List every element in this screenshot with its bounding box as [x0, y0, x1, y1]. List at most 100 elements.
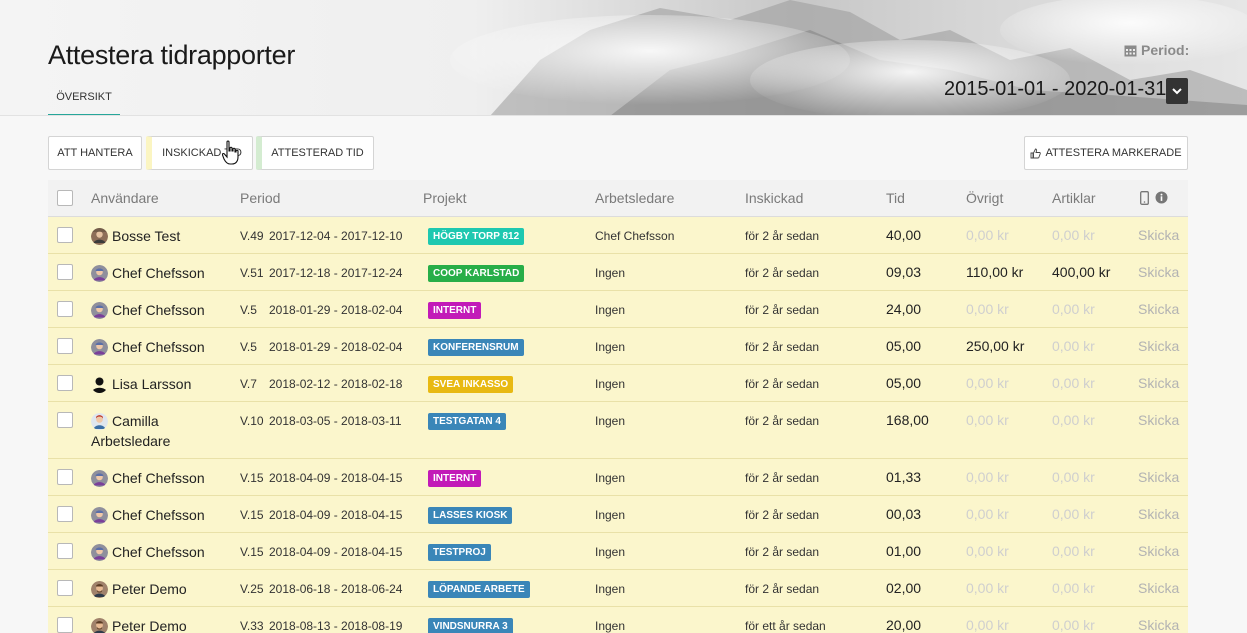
skicka-link[interactable]: Skicka: [1138, 227, 1179, 243]
table-row[interactable]: Peter Demo V.25 2018-06-18 - 2018-06-24 LÖP…: [48, 570, 1188, 607]
info-icon[interactable]: [1155, 191, 1168, 204]
leader: Ingen: [595, 545, 626, 559]
row-checkbox[interactable]: [57, 375, 73, 391]
table-row[interactable]: Chef Chefsson V.15 2018-04-09 - 2018-04-15…: [48, 533, 1188, 570]
project-badge[interactable]: VINDSNURRA 3: [428, 618, 513, 633]
row-checkbox[interactable]: [57, 469, 73, 485]
skicka-link[interactable]: Skicka: [1138, 264, 1179, 280]
period-week: V.33: [240, 619, 264, 633]
table-row[interactable]: Lisa Larsson V.7 2018-02-12 - 2018-02-18 SV…: [48, 365, 1188, 402]
user-name[interactable]: Chef Chefsson: [91, 505, 221, 525]
period-label-text: Period:: [1141, 42, 1190, 58]
attestera-markerade-button[interactable]: ATTESTERA MARKERADE: [1024, 136, 1188, 170]
row-checkbox[interactable]: [57, 227, 73, 243]
period-range: 2018-06-18 - 2018-06-24: [269, 582, 403, 596]
skicka-link[interactable]: Skicka: [1138, 580, 1179, 596]
user-name[interactable]: Chef Chefsson: [91, 263, 221, 283]
skicka-link[interactable]: Skicka: [1138, 338, 1179, 354]
header-ovrigt[interactable]: Övrigt: [966, 190, 1003, 206]
skicka-link[interactable]: Skicka: [1138, 412, 1179, 428]
table-row[interactable]: Chef Chefsson V.5 2018-01-29 - 2018-02-04 K…: [48, 328, 1188, 365]
table-row[interactable]: Chef Chefsson V.51 2017-12-18 - 2017-12-24…: [48, 254, 1188, 291]
leader: Ingen: [595, 471, 626, 485]
row-checkbox[interactable]: [57, 580, 73, 596]
user-name[interactable]: Peter Demo: [91, 579, 221, 599]
project-badge[interactable]: LASSES KIOSK: [428, 507, 513, 524]
project-badge[interactable]: HÖGBY TORP 812: [428, 228, 525, 245]
attesterad-tid-button[interactable]: ATTESTERAD TID: [256, 136, 374, 170]
hand-cursor-icon: [222, 140, 239, 165]
user-name[interactable]: Lisa Larsson: [91, 374, 221, 394]
table-row[interactable]: Chef Chefsson V.15 2018-04-09 - 2018-04-15…: [48, 459, 1188, 496]
user-name[interactable]: Bosse Test: [91, 226, 221, 246]
skicka-link[interactable]: Skicka: [1138, 543, 1179, 559]
submitted-time: för 2 år sedan: [745, 414, 820, 428]
period-range: 2018-03-05 - 2018-03-11: [269, 414, 402, 428]
project-badge[interactable]: LÖPANDE ARBETE: [428, 581, 530, 598]
other-cost: 0,00 kr: [966, 412, 1009, 428]
project-badge[interactable]: SVEA INKASSO: [428, 376, 514, 393]
project-badge[interactable]: KONFERENSRUM: [428, 339, 524, 356]
skicka-link[interactable]: Skicka: [1138, 506, 1179, 522]
select-all-checkbox[interactable]: [57, 190, 73, 206]
period-label: Period:: [1124, 42, 1189, 58]
user-name[interactable]: Chef Chefsson: [91, 468, 221, 488]
period-range: 2017-12-04 - 2017-12-10: [269, 229, 403, 243]
table-row[interactable]: Chef Chefsson V.15 2018-04-09 - 2018-04-15…: [48, 496, 1188, 533]
user-name[interactable]: Chef Chefsson: [91, 542, 221, 562]
time-value: 09,03: [886, 264, 922, 280]
other-cost: 0,00 kr: [966, 543, 1009, 559]
att-hantera-button[interactable]: ATT HANTERA: [48, 136, 142, 170]
chevron-down-icon: [1172, 87, 1182, 94]
row-checkbox[interactable]: [57, 506, 73, 522]
other-cost: 0,00 kr: [966, 375, 1009, 391]
row-checkbox[interactable]: [57, 338, 73, 354]
user-name[interactable]: Camilla Arbetsledare: [91, 411, 221, 451]
row-checkbox[interactable]: [57, 617, 73, 633]
other-cost: 0,00 kr: [966, 506, 1009, 522]
user-name[interactable]: Chef Chefsson: [91, 300, 221, 320]
other-cost: 0,00 kr: [966, 617, 1009, 633]
project-badge[interactable]: INTERNT: [428, 302, 482, 319]
project-badge[interactable]: TESTGATAN 4: [428, 413, 506, 430]
articles-cost: 0,00 kr: [1052, 506, 1095, 522]
user-name[interactable]: Peter Demo: [91, 616, 221, 633]
leader: Ingen: [595, 266, 626, 280]
table-row[interactable]: Peter Demo V.33 2018-08-13 - 2018-08-19 VIN…: [48, 607, 1188, 633]
header-projekt[interactable]: Projekt: [423, 190, 467, 206]
project-badge[interactable]: COOP KARLSTAD: [428, 265, 525, 282]
skicka-link[interactable]: Skicka: [1138, 375, 1179, 391]
other-cost: 250,00 kr: [966, 338, 1025, 354]
tab-oversikt[interactable]: ÖVERSIKT: [48, 88, 120, 115]
table-row[interactable]: Chef Chefsson V.5 2018-01-29 - 2018-02-04 I…: [48, 291, 1188, 328]
period-week: V.7: [240, 377, 257, 391]
project-badge[interactable]: INTERNT: [428, 470, 482, 487]
leader: Chef Chefsson: [595, 229, 675, 243]
header-arbetsledare[interactable]: Arbetsledare: [595, 190, 674, 206]
header-tid[interactable]: Tid: [886, 190, 905, 206]
row-checkbox[interactable]: [57, 543, 73, 559]
row-checkbox[interactable]: [57, 264, 73, 280]
row-checkbox[interactable]: [57, 301, 73, 317]
time-value: 20,00: [886, 617, 922, 633]
user-name[interactable]: Chef Chefsson: [91, 337, 221, 357]
header-anvandare[interactable]: Användare: [91, 190, 159, 206]
other-cost: 0,00 kr: [966, 469, 1009, 485]
skicka-link[interactable]: Skicka: [1138, 469, 1179, 485]
header-artiklar[interactable]: Artiklar: [1052, 190, 1096, 206]
skicka-link[interactable]: Skicka: [1138, 301, 1179, 317]
submitted-time: för 2 år sedan: [745, 303, 820, 317]
header-inskickad[interactable]: Inskickad: [745, 190, 803, 206]
row-checkbox[interactable]: [57, 412, 73, 428]
phone-icon: [1140, 191, 1149, 205]
period-range: 2018-04-09 - 2018-04-15: [269, 508, 403, 522]
period-dropdown-button[interactable]: [1166, 78, 1188, 104]
table-row[interactable]: Bosse Test V.49 2017-12-04 - 2017-12-10 HÖG…: [48, 217, 1188, 254]
header-period[interactable]: Period: [240, 190, 280, 206]
articles-cost: 0,00 kr: [1052, 580, 1095, 596]
table-row[interactable]: Camilla Arbetsledare V.10 2018-03-05 - 201…: [48, 402, 1188, 459]
table-header: Användare Period Projekt Arbetsledare In…: [48, 180, 1188, 217]
skicka-link[interactable]: Skicka: [1138, 617, 1179, 633]
other-cost: 0,00 kr: [966, 301, 1009, 317]
project-badge[interactable]: TESTPROJ: [428, 544, 491, 561]
